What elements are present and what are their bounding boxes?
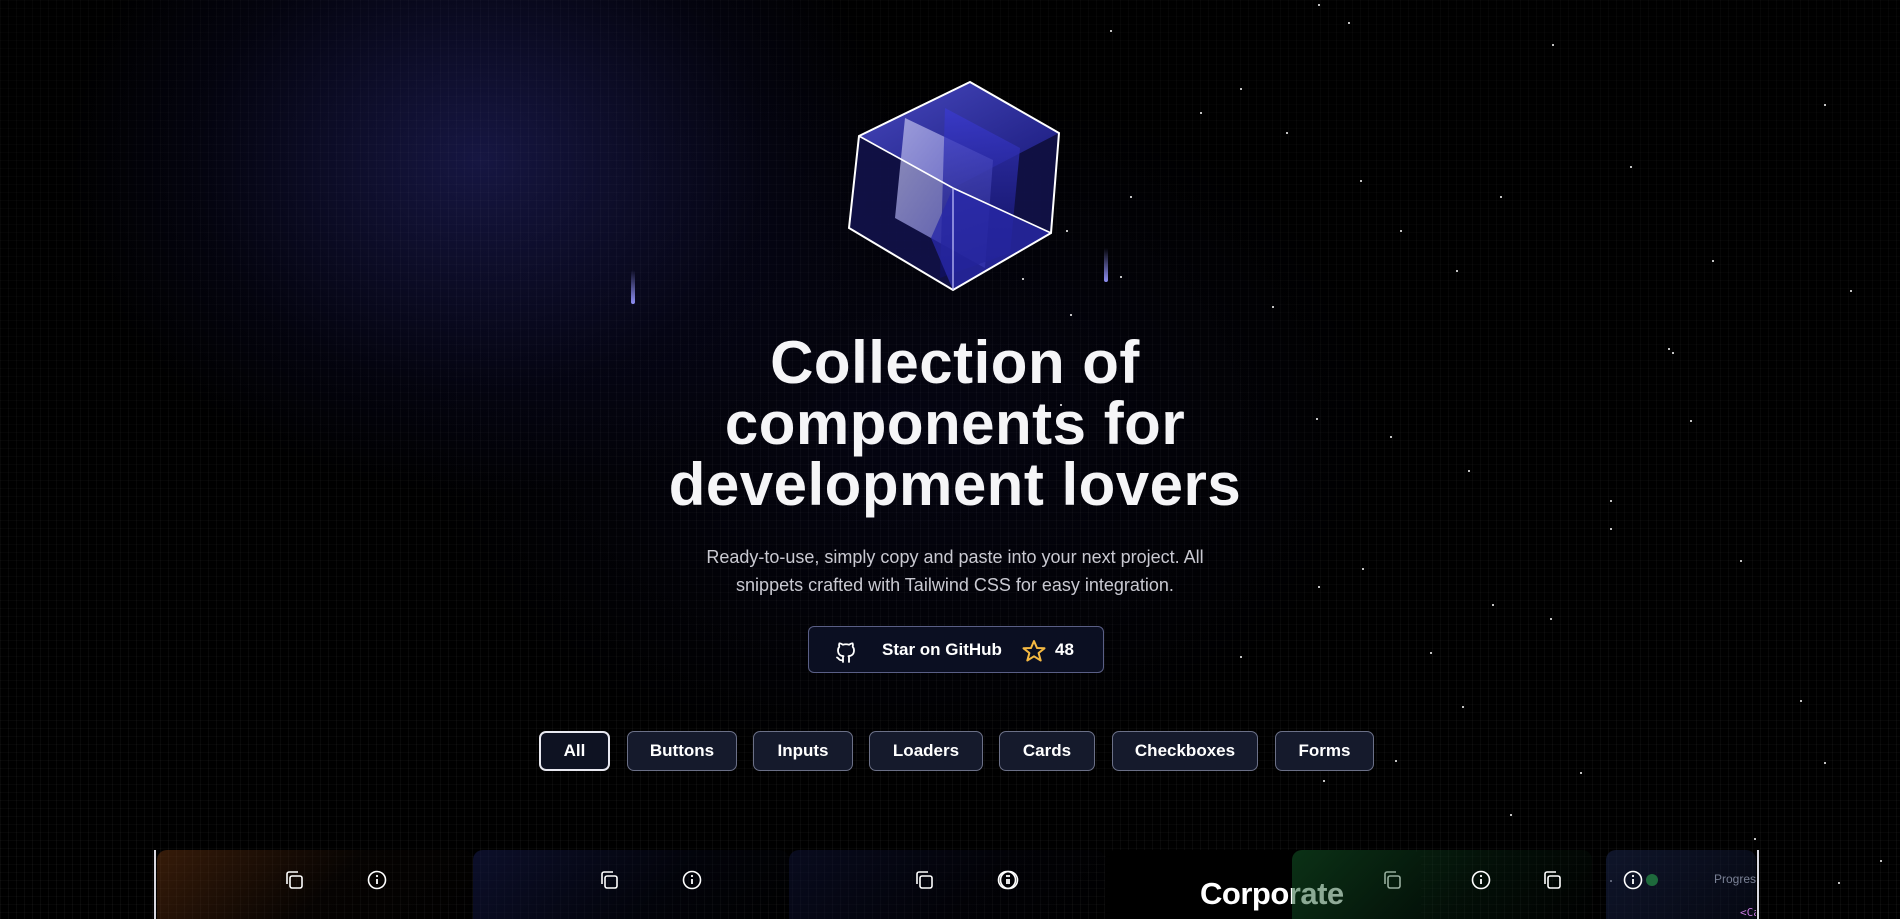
filter-loaders[interactable]: Loaders: [869, 731, 983, 771]
star-dot: [1754, 838, 1756, 840]
star-dot: [1510, 814, 1512, 816]
star-dot: [1610, 528, 1612, 530]
star-dot: [1468, 470, 1470, 472]
star-dot: [1580, 772, 1582, 774]
info-icon[interactable]: [998, 869, 1020, 891]
star-dot: [1668, 348, 1670, 350]
status-dot: [1646, 874, 1658, 886]
star-dot: [1272, 306, 1274, 308]
star-dot: [1550, 618, 1552, 620]
star-dot: [1880, 860, 1882, 862]
star-dot: [1323, 780, 1325, 782]
component-card[interactable]: [473, 850, 789, 919]
copy-icon[interactable]: [283, 869, 305, 891]
hero-title: Collection of components for development…: [560, 332, 1350, 515]
github-icon: [835, 639, 857, 668]
star-dot: [1552, 44, 1554, 46]
star-dot: [1456, 270, 1458, 272]
star-dot: [1110, 30, 1112, 32]
info-icon[interactable]: [1470, 869, 1492, 891]
star-dot: [1672, 352, 1674, 354]
copy-icon[interactable]: [1541, 869, 1563, 891]
filter-checkboxes[interactable]: Checkboxes: [1112, 731, 1258, 771]
star-dot: [1070, 314, 1072, 316]
star-dot: [1610, 500, 1612, 502]
hero-subtitle: Ready-to-use, simply copy and paste into…: [660, 543, 1250, 599]
star-dot: [1500, 196, 1502, 198]
star-dot: [1395, 760, 1397, 762]
hero-subtitle-line1: Ready-to-use, simply copy and paste into…: [706, 547, 1204, 567]
star-dot: [1360, 180, 1362, 182]
hero-subtitle-line2: snippets crafted with Tailwind CSS for e…: [736, 575, 1174, 595]
filter-forms[interactable]: Forms: [1275, 731, 1374, 771]
star-dot: [1824, 762, 1826, 764]
star-dot: [1240, 656, 1242, 658]
star-dot: [1740, 560, 1742, 562]
star-dot: [1318, 4, 1320, 6]
star-dot: [1390, 436, 1392, 438]
filter-cards[interactable]: Cards: [999, 731, 1095, 771]
copy-icon[interactable]: [598, 869, 620, 891]
hero-title-line3: development lovers: [668, 451, 1242, 518]
star-dot: [1318, 586, 1320, 588]
star-on-github-button[interactable]: Star on GitHub 48: [808, 626, 1104, 673]
star-dot: [1850, 290, 1852, 292]
component-card[interactable]: Progres <Ca: [1606, 850, 1756, 919]
star-dot: [1430, 652, 1432, 654]
star-dot: [1630, 166, 1632, 168]
star-dot: [1712, 260, 1714, 262]
info-icon[interactable]: [1622, 869, 1644, 891]
star-dot: [1240, 88, 1242, 90]
star-dot: [1800, 700, 1802, 702]
meteor: [631, 270, 635, 304]
star-dot: [1362, 568, 1364, 570]
info-icon[interactable]: [366, 869, 388, 891]
star-dot: [1690, 420, 1692, 422]
star-icon: [1022, 639, 1046, 668]
github-star-count: 48: [1055, 640, 1074, 659]
hero-title-line1: Collection of: [770, 329, 1140, 396]
star-dot: [1286, 132, 1288, 134]
star-on-github-label: Star on GitHub: [882, 640, 1002, 659]
hero-title-line2: components for: [724, 390, 1186, 457]
copy-icon[interactable]: [913, 869, 935, 891]
logo-cube: [845, 78, 1070, 298]
component-card[interactable]: [157, 850, 473, 919]
progress-label: Progres: [1714, 872, 1756, 886]
star-dot: [1130, 196, 1132, 198]
star-dot: [1462, 706, 1464, 708]
star-dot: [1348, 22, 1350, 24]
star-dot: [1200, 112, 1202, 114]
filter-all[interactable]: All: [539, 731, 610, 771]
star-dot: [1400, 230, 1402, 232]
code-snippet: <Ca: [1740, 906, 1756, 919]
star-dot: [1824, 104, 1826, 106]
star-dot: [1120, 276, 1122, 278]
component-card[interactable]: [789, 850, 1105, 919]
meteor: [1104, 248, 1108, 282]
star-dot: [1492, 604, 1494, 606]
star-dot: [1838, 882, 1840, 884]
component-cards: Corporate Progres <Ca: [155, 850, 1759, 919]
info-icon[interactable]: [681, 869, 703, 891]
filter-buttons[interactable]: Buttons: [627, 731, 737, 771]
filter-inputs[interactable]: Inputs: [753, 731, 853, 771]
